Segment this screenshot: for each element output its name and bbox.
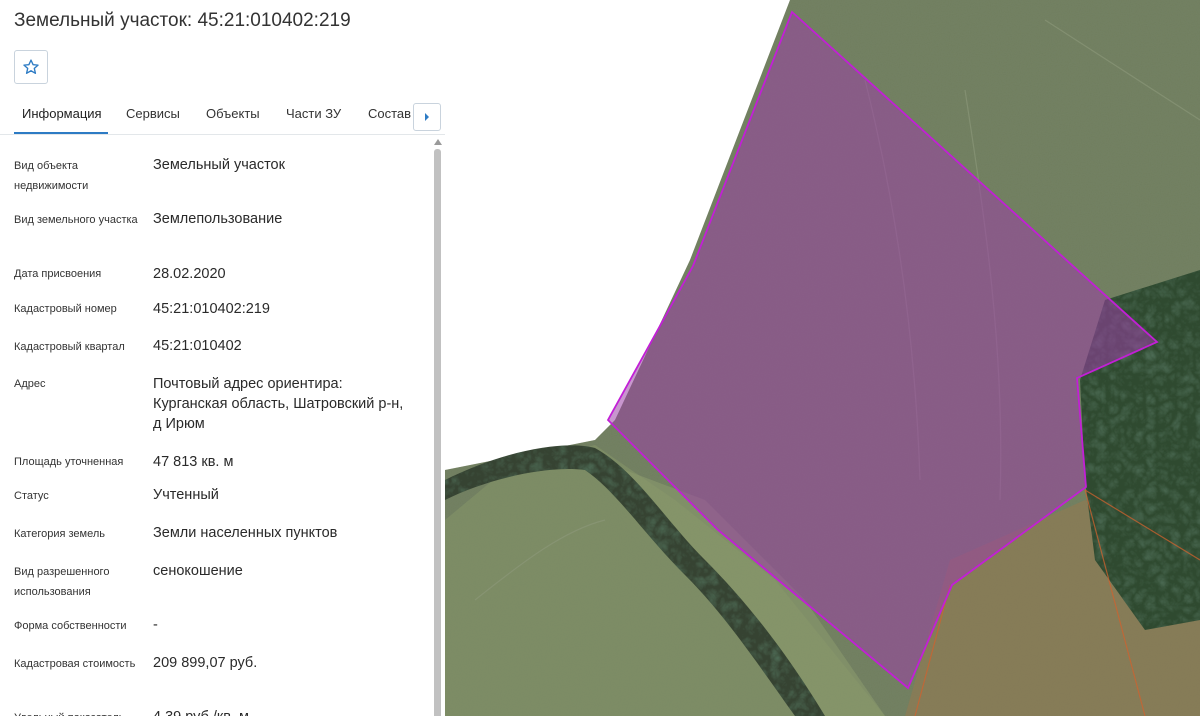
- tab-information[interactable]: Информация: [14, 96, 108, 134]
- field-label: Удельный показатель: [14, 708, 139, 716]
- scrollbar-thumb[interactable]: [434, 149, 441, 716]
- field-label: Вид земельного участка: [14, 214, 138, 226]
- field-label: Вид разрешенного использования: [14, 566, 110, 598]
- field-label: Адрес: [14, 378, 46, 390]
- field-label: Статус: [14, 490, 49, 502]
- field-value: 28.02.2020: [153, 266, 226, 282]
- field-label: Форма собственности: [14, 620, 127, 632]
- field-label: Площадь уточненная: [14, 456, 124, 468]
- field-value: 47 813 кв. м: [153, 454, 234, 470]
- tab-bar: Информация Сервисы Объекты Части ЗУ Сост…: [0, 96, 445, 135]
- field-value: -: [153, 617, 158, 633]
- tab-parts[interactable]: Части ЗУ: [286, 96, 341, 134]
- scroll-up-arrow-icon[interactable]: [434, 139, 442, 145]
- field-value: 45:21:010402: [153, 338, 242, 354]
- info-panel: Земельный участок: 45:21:010402:219 Инфо…: [0, 0, 445, 716]
- field-value: Учтенный: [153, 487, 219, 503]
- map-view[interactable]: [445, 0, 1200, 716]
- field-label: Дата присвоения: [14, 268, 102, 280]
- page-title: Земельный участок: 45:21:010402:219: [14, 10, 351, 31]
- field-label: Кадастровая стоимость: [14, 658, 136, 670]
- tab-objects[interactable]: Объекты: [206, 96, 260, 134]
- field-value: 45:21:010402:219: [153, 301, 270, 317]
- satellite-map[interactable]: [445, 0, 1200, 716]
- tabs-next-button[interactable]: [413, 103, 441, 131]
- field-value: Земли населенных пунктов: [153, 525, 338, 541]
- scrollbar[interactable]: [433, 137, 442, 716]
- tab-composition[interactable]: Состав: [368, 96, 411, 134]
- field-value: 209 899,07 руб.: [153, 655, 258, 671]
- field-label: Кадастровый квартал: [14, 341, 125, 353]
- field-label: Кадастровый номер: [14, 303, 117, 315]
- field-value: сенокошение: [153, 563, 243, 579]
- field-value: 4,39 руб./кв. м: [153, 707, 413, 716]
- field-value: Почтовый адрес ориентира: Курганская обл…: [153, 376, 404, 432]
- field-value: Земельный участок: [153, 157, 285, 173]
- star-outline-icon: [23, 59, 39, 74]
- favorite-button[interactable]: [14, 50, 48, 84]
- field-label: Категория земель: [14, 528, 105, 540]
- chevron-right-icon: [425, 113, 429, 121]
- field-value: Землепользование: [153, 211, 283, 227]
- field-label: Вид объекта недвижимости: [14, 160, 89, 192]
- tab-services[interactable]: Сервисы: [126, 96, 180, 134]
